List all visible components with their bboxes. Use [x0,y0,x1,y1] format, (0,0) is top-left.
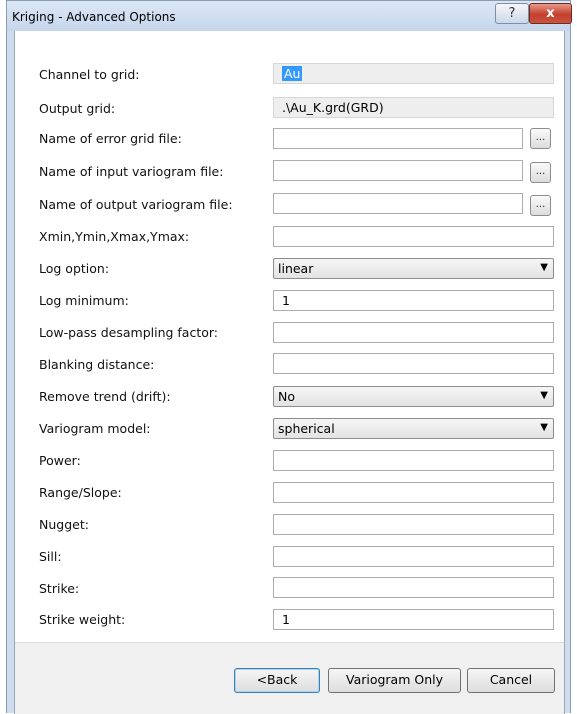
sill-input[interactable] [273,546,554,567]
log-minimum-input[interactable]: 1 [273,290,554,311]
variogram-model-value: spherical [278,421,335,436]
output-variogram-file-label: Name of output variogram file: [39,197,233,212]
close-button[interactable]: x [529,3,572,24]
blanking-distance-input[interactable] [273,353,554,374]
chevron-down-icon: ▼ [540,390,548,401]
back-button[interactable]: <Back [234,668,320,693]
output-grid-label: Output grid: [39,101,116,116]
nugget-input[interactable] [273,514,554,535]
variogram-only-button[interactable]: Variogram Only [328,668,461,693]
title-bar[interactable]: Kriging - Advanced Options ? x [7,1,572,31]
range-slope-label: Range/Slope: [39,485,122,500]
error-grid-file-label: Name of error grid file: [39,131,182,146]
window-title: Kriging - Advanced Options [12,10,176,24]
error-grid-browse-button[interactable]: ... [530,128,551,149]
output-grid-field[interactable]: .\Au_K.grd(GRD) [273,97,554,118]
extents-input[interactable] [273,226,554,247]
power-label: Power: [39,453,81,468]
lowpass-factor-label: Low-pass desampling factor: [39,325,219,340]
log-option-select[interactable]: linear ▼ [273,258,554,279]
error-grid-file-input[interactable] [273,128,523,149]
chevron-down-icon: ▼ [540,262,548,273]
channel-to-grid-field[interactable]: Au [273,63,554,84]
lowpass-factor-input[interactable] [273,322,554,343]
channel-to-grid-label: Channel to grid: [39,67,140,82]
strike-weight-input[interactable]: 1 [273,609,554,630]
strike-input[interactable] [273,577,554,598]
help-button[interactable]: ? [495,3,529,24]
log-minimum-label: Log minimum: [39,293,129,308]
remove-trend-value: No [278,389,295,404]
sill-label: Sill: [39,549,62,564]
cancel-button[interactable]: Cancel [467,668,555,693]
dialog-body: Channel to grid: Au Output grid: .\Au_K.… [14,31,565,714]
dialog-window: Kriging - Advanced Options ? x Channel t… [6,0,572,714]
channel-to-grid-value: Au [282,66,303,81]
input-variogram-file-label: Name of input variogram file: [39,164,224,179]
log-option-value: linear [278,261,314,276]
output-variogram-browse-button[interactable]: ... [530,195,551,216]
log-option-label: Log option: [39,261,110,276]
blanking-distance-label: Blanking distance: [39,357,155,372]
input-variogram-file-input[interactable] [273,160,523,181]
remove-trend-label: Remove trend (drift): [39,389,171,404]
strike-label: Strike: [39,581,80,596]
chevron-down-icon: ▼ [540,422,548,433]
power-input[interactable] [273,450,554,471]
options-panel: Channel to grid: Au Output grid: .\Au_K.… [15,31,564,642]
nugget-label: Nugget: [39,517,89,532]
input-variogram-browse-button[interactable]: ... [530,162,551,183]
output-variogram-file-input[interactable] [273,193,523,214]
strike-weight-label: Strike weight: [39,612,126,627]
extents-label: Xmin,Ymin,Xmax,Ymax: [39,229,190,244]
remove-trend-select[interactable]: No ▼ [273,386,554,407]
variogram-model-label: Variogram model: [39,421,151,436]
range-slope-input[interactable] [273,482,554,503]
variogram-model-select[interactable]: spherical ▼ [273,418,554,439]
